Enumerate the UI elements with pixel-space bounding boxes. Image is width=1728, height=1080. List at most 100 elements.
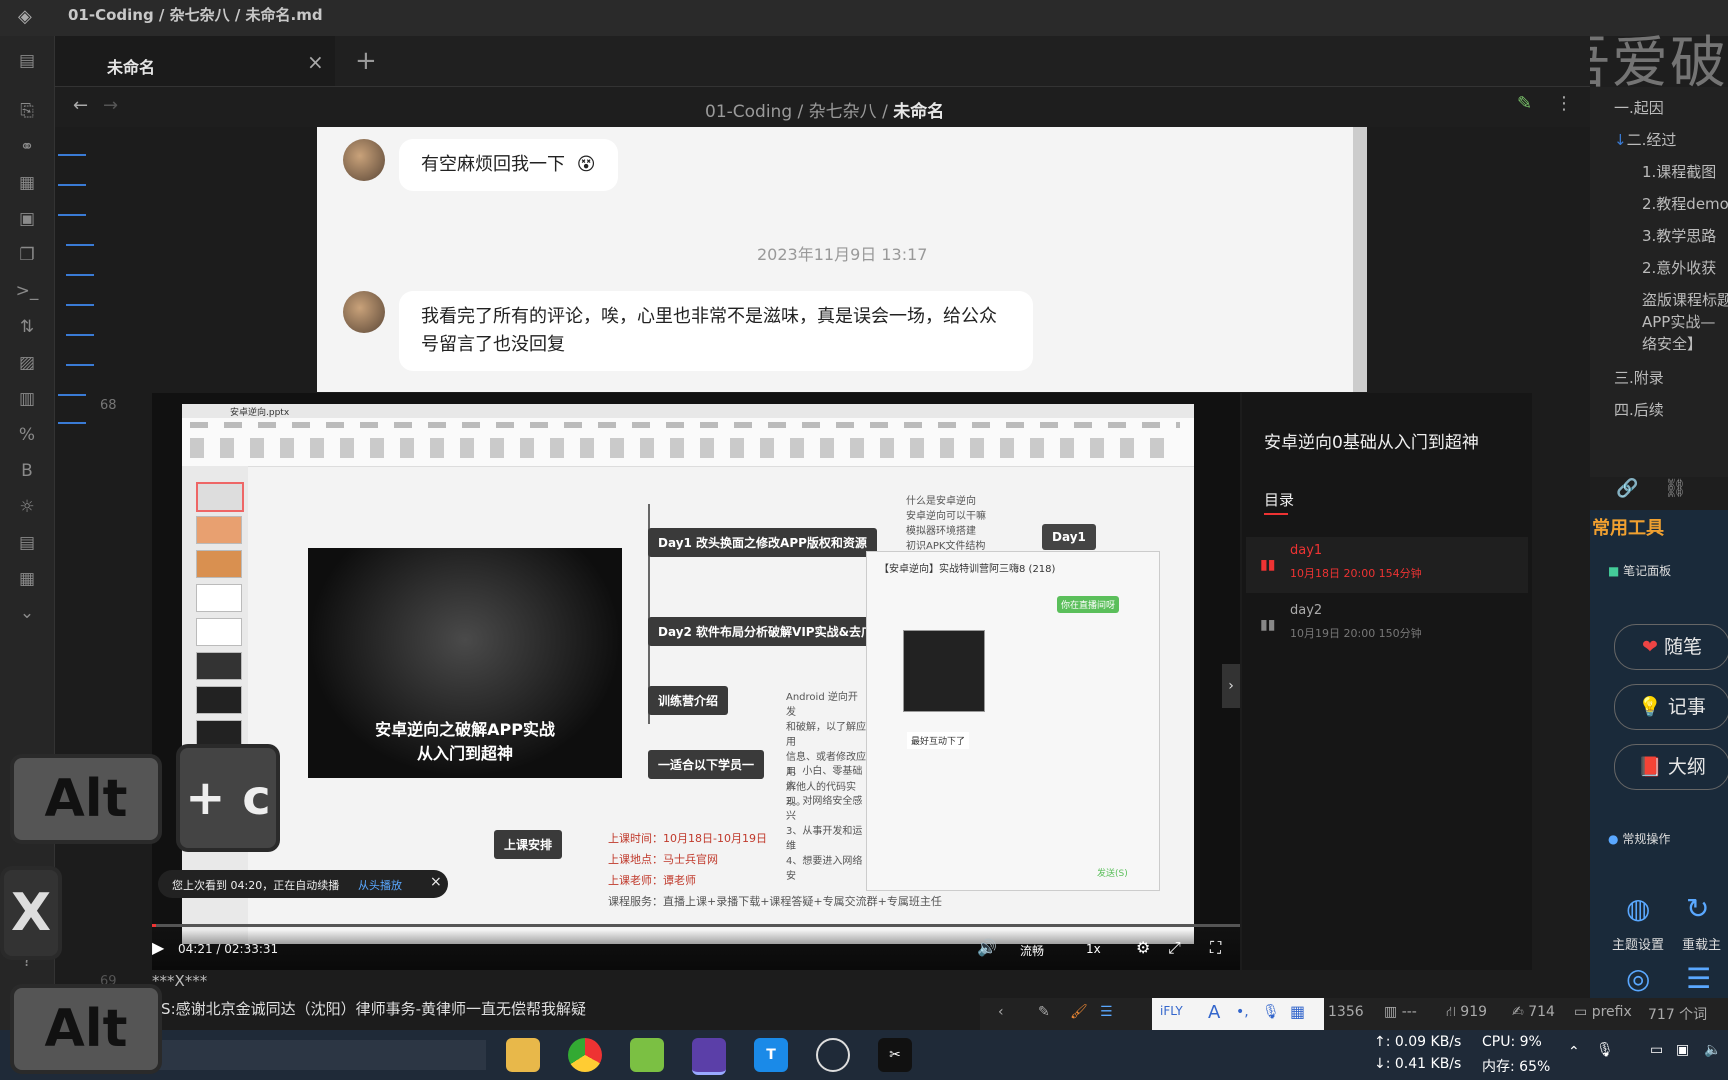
- microphone-icon[interactable]: 🎙: [1596, 1042, 1614, 1058]
- avatar: [343, 291, 385, 333]
- edit-icon[interactable]: ✎: [1517, 93, 1532, 114]
- punctuation-icon[interactable]: •,: [1236, 1004, 1249, 1020]
- lesson-item[interactable]: ▮▮ day2 10月19日 20:00 150分钟: [1246, 597, 1528, 653]
- chevron-left-icon[interactable]: ‹: [998, 1004, 1004, 1020]
- cpu-usage: CPU: 9%: [1482, 1034, 1542, 1050]
- breadcrumb-folder[interactable]: 杂七杂八: [809, 102, 877, 122]
- forward-arrow-icon[interactable]: →: [103, 95, 118, 116]
- outline-item[interactable]: ↓二.经过: [1614, 129, 1676, 150]
- link-icon[interactable]: 🔗: [1616, 478, 1638, 499]
- file-explorer-icon[interactable]: [506, 1038, 540, 1072]
- sort-icon[interactable]: ⇅: [12, 312, 42, 342]
- outline-panel: 一.起因 ↓二.经过 1.课程截图 2.教程demo 3.教学思路 2.意外收获…: [1590, 87, 1728, 477]
- tab-close-icon[interactable]: ×: [307, 50, 324, 74]
- obsidian-icon[interactable]: [692, 1038, 726, 1075]
- editor-text-line[interactable]: ***X***: [152, 972, 207, 990]
- volume-icon[interactable]: 🔈: [1704, 1042, 1721, 1058]
- bulb-icon[interactable]: ☼: [12, 492, 42, 522]
- copy-icon[interactable]: ❐: [12, 240, 42, 270]
- outline-item[interactable]: 络安全】: [1642, 333, 1702, 354]
- more-options-icon[interactable]: ⋮: [1555, 93, 1573, 114]
- list-icon[interactable]: ☰: [1100, 1004, 1113, 1020]
- player-controls: ▶ 04:21 / 02:33:31 🔊 流畅 1x ⚙ ⤢ ⛶: [152, 930, 1240, 970]
- game-icon[interactable]: ◎: [1626, 962, 1650, 995]
- outline-marker: [66, 334, 94, 336]
- outline-item[interactable]: 盗版课程标题: [1642, 289, 1728, 310]
- sidebar-toggle-icon[interactable]: ▤: [12, 46, 42, 76]
- list-icon[interactable]: ☰: [1686, 962, 1711, 995]
- battery-icon[interactable]: ▭: [1650, 1042, 1663, 1058]
- line-number: 68: [100, 398, 117, 413]
- memo-button[interactable]: 💡 记事: [1614, 684, 1728, 730]
- stat-4: ✍ 714: [1512, 1004, 1555, 1020]
- reload-label[interactable]: 重载主: [1682, 934, 1721, 953]
- qq-title: 【安卓逆向】实战特训营阿三嗨8 (218): [879, 564, 1056, 575]
- outline-item[interactable]: 一.起因: [1614, 97, 1664, 118]
- chevron-up-icon[interactable]: ⌃: [1568, 1044, 1580, 1060]
- chat-scrollbar[interactable]: [1353, 127, 1367, 392]
- percent-icon[interactable]: %: [12, 420, 42, 450]
- replay-link[interactable]: 从头播放: [358, 877, 402, 893]
- typora-icon[interactable]: T: [754, 1038, 788, 1072]
- ps-text-line[interactable]: PS:感谢北京金诚同达（沈阳）律师事务-黄律师一直无偿帮我解疑: [152, 998, 586, 1019]
- lesson-item[interactable]: ▮▮ day1 10月18日 20:00 154分钟: [1246, 537, 1528, 593]
- layout-icon[interactable]: ▥: [12, 384, 42, 414]
- chrome-icon[interactable]: [568, 1038, 602, 1072]
- back-arrow-icon[interactable]: ←: [73, 95, 88, 116]
- close-icon[interactable]: ×: [430, 874, 442, 890]
- brush-icon[interactable]: 🖌: [1070, 1004, 1088, 1020]
- speed-button[interactable]: 1x: [1086, 942, 1101, 956]
- outline-marker: [58, 154, 86, 156]
- palette-icon[interactable]: ◍: [1626, 892, 1650, 925]
- outline-marker: [58, 394, 86, 396]
- chevron-down-icon[interactable]: ⌄: [12, 598, 42, 628]
- capcut-icon[interactable]: ✂: [878, 1038, 912, 1072]
- microphone-icon[interactable]: 🎙: [1262, 1004, 1280, 1020]
- outline-marker: [66, 244, 94, 246]
- new-tab-icon[interactable]: +: [355, 46, 377, 76]
- bold-icon[interactable]: B: [12, 456, 42, 486]
- breadcrumb: 01-Coding / 杂七杂八 / 未命名: [705, 102, 945, 122]
- volume-icon[interactable]: 🔊: [977, 938, 997, 957]
- outline-item[interactable]: 三.附录: [1614, 367, 1664, 388]
- terminal-icon[interactable]: >_: [12, 276, 42, 306]
- apps-icon[interactable]: ▦: [1290, 1002, 1305, 1021]
- reload-icon[interactable]: ↻: [1686, 892, 1709, 925]
- table-icon[interactable]: ▤: [12, 528, 42, 558]
- outline-marker: [58, 184, 86, 186]
- play-icon[interactable]: ▶: [152, 938, 164, 957]
- web-fullscreen-icon[interactable]: ⤢: [1168, 938, 1181, 958]
- outline-item[interactable]: 1.课程截图: [1642, 161, 1716, 182]
- font-icon[interactable]: A: [1208, 1002, 1220, 1023]
- fullscreen-icon[interactable]: ⛶: [1210, 938, 1221, 958]
- qq-chat-window: 【安卓逆向】实战特训营阿三嗨8 (218) 你在直播间呀 最好互动下了 发送(S…: [866, 551, 1160, 891]
- calendar-day-icon[interactable]: ▦: [12, 564, 42, 594]
- outline-item[interactable]: 3.教学思路: [1642, 225, 1716, 246]
- network-icon[interactable]: ▣: [1676, 1042, 1689, 1058]
- unlink-icon[interactable]: ⛓: [1664, 478, 1687, 499]
- outline-item[interactable]: 2.意外收获: [1642, 257, 1716, 278]
- calendar-icon[interactable]: ▣: [12, 204, 42, 234]
- breadcrumb-coding[interactable]: 01-Coding: [705, 102, 792, 122]
- jot-button[interactable]: ❤ 随笔: [1614, 624, 1728, 670]
- obs-icon[interactable]: [816, 1038, 850, 1072]
- outline-item[interactable]: APP实战—: [1642, 311, 1715, 332]
- theme-settings-label[interactable]: 主题设置: [1612, 934, 1664, 953]
- outline-item[interactable]: 2.教程demo: [1642, 193, 1728, 214]
- ime-logo-icon[interactable]: iFLY: [1160, 1004, 1183, 1018]
- graph-icon[interactable]: ⚭: [12, 132, 42, 162]
- outline-item[interactable]: 四.后续: [1614, 399, 1664, 420]
- image-icon[interactable]: ▨: [12, 348, 42, 378]
- tab-untitled[interactable]: 未命名 ×: [55, 36, 335, 86]
- prefix-label: ▭ prefix: [1574, 1004, 1632, 1020]
- progress-bar[interactable]: [152, 924, 1240, 927]
- collapse-panel-icon[interactable]: ›: [1222, 664, 1240, 708]
- outline-button[interactable]: 📕 大纲: [1614, 744, 1728, 790]
- quality-button[interactable]: 流畅: [1020, 942, 1044, 959]
- grid-icon[interactable]: ▦: [12, 168, 42, 198]
- pen-icon[interactable]: ✎: [1038, 1004, 1050, 1020]
- file-icon[interactable]: ⎘: [12, 96, 42, 126]
- android-studio-icon[interactable]: [630, 1038, 664, 1072]
- settings-icon[interactable]: ⚙: [1136, 938, 1150, 957]
- title-bar: ◈ 01-Coding / 杂七杂八 / 未命名.md: [0, 0, 1728, 36]
